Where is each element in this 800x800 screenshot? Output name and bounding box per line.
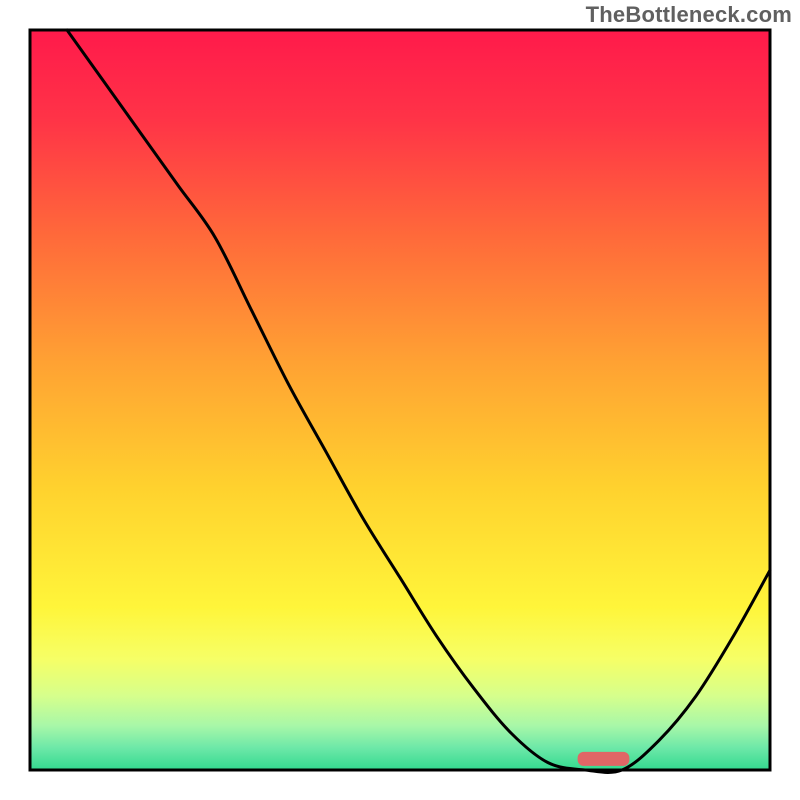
watermark-text: TheBottleneck.com <box>586 2 792 28</box>
bottleneck-chart <box>0 0 800 800</box>
optimal-marker <box>578 752 630 766</box>
chart-container: { "watermark": "TheBottleneck.com", "cha… <box>0 0 800 800</box>
